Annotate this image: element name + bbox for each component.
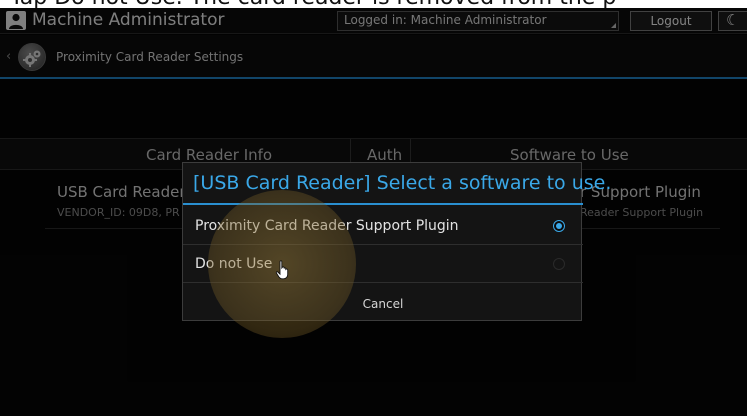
radio-unselected-icon[interactable] (553, 258, 565, 270)
radio-selected-icon[interactable] (553, 220, 565, 232)
dialog-title: [USB Card Reader] Select a software to u… (193, 172, 612, 194)
instruction-caption: Tap Do not Use. The card reader is remov… (0, 0, 747, 8)
caption-text: Tap Do not Use. The card reader is remov… (10, 0, 616, 8)
hand-pointer-icon (275, 260, 291, 284)
device-screen: Machine Administrator Logged in: Machine… (0, 8, 747, 416)
